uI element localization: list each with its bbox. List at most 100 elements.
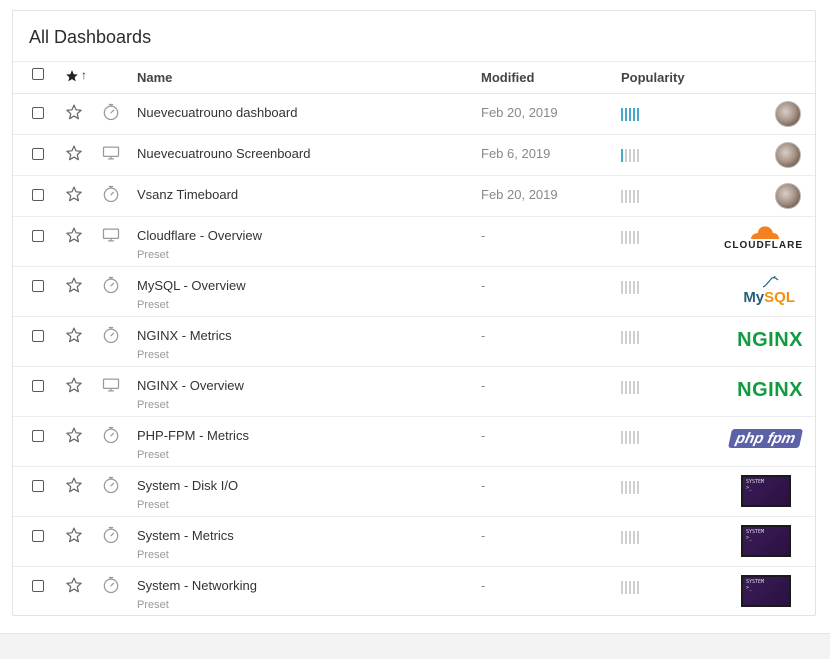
popularity-bar: [621, 108, 651, 122]
system-logo: SYSTEM >_: [741, 575, 791, 607]
table-row[interactable]: MySQL - Overview Preset - MySQL: [13, 267, 815, 317]
table-row[interactable]: Vsanz Timeboard Feb 20, 2019: [13, 176, 815, 217]
dashboard-name-link[interactable]: Vsanz Timeboard: [137, 187, 238, 202]
star-icon[interactable]: [65, 144, 83, 162]
row-checkbox[interactable]: [32, 480, 44, 492]
star-icon[interactable]: [65, 326, 83, 344]
modified-date: -: [481, 228, 486, 243]
dashboard-name-link[interactable]: MySQL - Overview: [137, 278, 246, 293]
column-header-popularity[interactable]: Popularity: [621, 70, 685, 85]
star-icon[interactable]: [65, 103, 83, 121]
popularity-bar: [621, 531, 651, 545]
table-row[interactable]: Nuevecuatrouno Screenboard Feb 6, 2019: [13, 135, 815, 176]
star-icon[interactable]: [65, 476, 83, 494]
table-row[interactable]: PHP-FPM - Metrics Preset - php fpm: [13, 417, 815, 467]
preset-label: Preset: [137, 399, 169, 411]
row-checkbox[interactable]: [32, 148, 44, 160]
timeboard-icon: [101, 425, 121, 445]
table-row[interactable]: NGINX - Overview Preset - NGINX: [13, 367, 815, 417]
popularity-bar: [621, 431, 651, 445]
avatar: [775, 183, 801, 209]
cloudflare-logo: CLOUDFLARE: [724, 224, 803, 251]
timeboard-icon: [101, 184, 121, 204]
timeboard-icon: [101, 525, 121, 545]
preset-label: Preset: [137, 449, 169, 461]
dashboard-name-link[interactable]: NGINX - Overview: [137, 378, 244, 393]
table-row[interactable]: Nuevecuatrouno dashboard Feb 20, 2019: [13, 94, 815, 135]
star-icon[interactable]: [65, 376, 83, 394]
dashboard-name-link[interactable]: NGINX - Metrics: [137, 328, 232, 343]
timeboard-icon: [101, 325, 121, 345]
dashboard-name-link[interactable]: System - Networking: [137, 578, 257, 593]
screenboard-icon: [101, 225, 121, 245]
popularity-bar: [621, 149, 651, 163]
popularity-bar: [621, 281, 651, 295]
popularity-bar: [621, 331, 651, 345]
table-row[interactable]: System - Networking Preset - SYSTEM >_: [13, 567, 815, 617]
preset-label: Preset: [137, 349, 169, 361]
mysql-logo: MySQL: [743, 275, 795, 306]
table-row[interactable]: System - Disk I/O Preset - SYSTEM >_: [13, 467, 815, 517]
popularity-bar: [621, 581, 651, 595]
row-checkbox[interactable]: [32, 530, 44, 542]
screenboard-icon: [101, 375, 121, 395]
preset-label: Preset: [137, 549, 169, 561]
dashboard-list: Nuevecuatrouno dashboard Feb 20, 2019 Nuev…: [13, 94, 815, 617]
system-logo: SYSTEM >_: [741, 525, 791, 557]
row-checkbox[interactable]: [32, 230, 44, 242]
row-checkbox[interactable]: [32, 189, 44, 201]
dashboard-name-link[interactable]: Nuevecuatrouno dashboard: [137, 105, 297, 120]
timeboard-icon: [101, 475, 121, 495]
timeboard-icon: [101, 102, 121, 122]
popularity-bar: [621, 481, 651, 495]
avatar: [775, 142, 801, 168]
row-checkbox[interactable]: [32, 380, 44, 392]
select-all-checkbox[interactable]: [32, 68, 44, 80]
row-checkbox[interactable]: [32, 430, 44, 442]
modified-date: -: [481, 578, 486, 593]
nginx-logo: NGINX: [737, 379, 803, 401]
preset-label: Preset: [137, 299, 169, 311]
sort-arrow-icon: ↑: [81, 68, 87, 82]
popularity-bar: [621, 381, 651, 395]
modified-date: Feb 20, 2019: [481, 105, 558, 120]
star-icon[interactable]: [65, 526, 83, 544]
preset-label: Preset: [137, 499, 169, 511]
star-icon[interactable]: [65, 576, 83, 594]
modified-date: Feb 20, 2019: [481, 187, 558, 202]
row-checkbox[interactable]: [32, 280, 44, 292]
favorite-sort-header[interactable]: ↑: [65, 68, 95, 85]
dashboard-name-link[interactable]: Nuevecuatrouno Screenboard: [137, 146, 310, 161]
column-header-modified[interactable]: Modified: [481, 70, 534, 85]
preset-label: Preset: [137, 599, 169, 611]
modified-date: -: [481, 328, 486, 343]
popularity-bar: [621, 231, 651, 245]
table-row[interactable]: Cloudflare - Overview Preset - CLOUDFLARE: [13, 217, 815, 267]
dashboard-name-link[interactable]: System - Disk I/O: [137, 478, 238, 493]
row-checkbox[interactable]: [32, 580, 44, 592]
star-icon[interactable]: [65, 185, 83, 203]
modified-date: Feb 6, 2019: [481, 146, 551, 161]
modified-date: -: [481, 428, 486, 443]
system-logo: SYSTEM >_: [741, 475, 791, 507]
panel-title: All Dashboards: [29, 27, 152, 47]
dashboard-name-link[interactable]: Cloudflare - Overview: [137, 228, 262, 243]
column-header-name[interactable]: Name: [137, 70, 172, 85]
modified-date: -: [481, 278, 486, 293]
timeboard-icon: [101, 275, 121, 295]
popularity-bar: [621, 190, 651, 204]
star-icon[interactable]: [65, 426, 83, 444]
screenboard-icon: [101, 143, 121, 163]
star-icon[interactable]: [65, 226, 83, 244]
dashboard-name-link[interactable]: PHP-FPM - Metrics: [137, 428, 249, 443]
avatar: [775, 101, 801, 127]
modified-date: -: [481, 528, 486, 543]
all-dashboards-panel: All Dashboards ↑ Name Modified Popularit…: [12, 10, 816, 616]
table-row[interactable]: System - Metrics Preset - SYSTEM >_: [13, 517, 815, 567]
row-checkbox[interactable]: [32, 330, 44, 342]
table-header: ↑ Name Modified Popularity: [13, 62, 815, 94]
dashboard-name-link[interactable]: System - Metrics: [137, 528, 234, 543]
row-checkbox[interactable]: [32, 107, 44, 119]
table-row[interactable]: NGINX - Metrics Preset - NGINX: [13, 317, 815, 367]
star-icon[interactable]: [65, 276, 83, 294]
